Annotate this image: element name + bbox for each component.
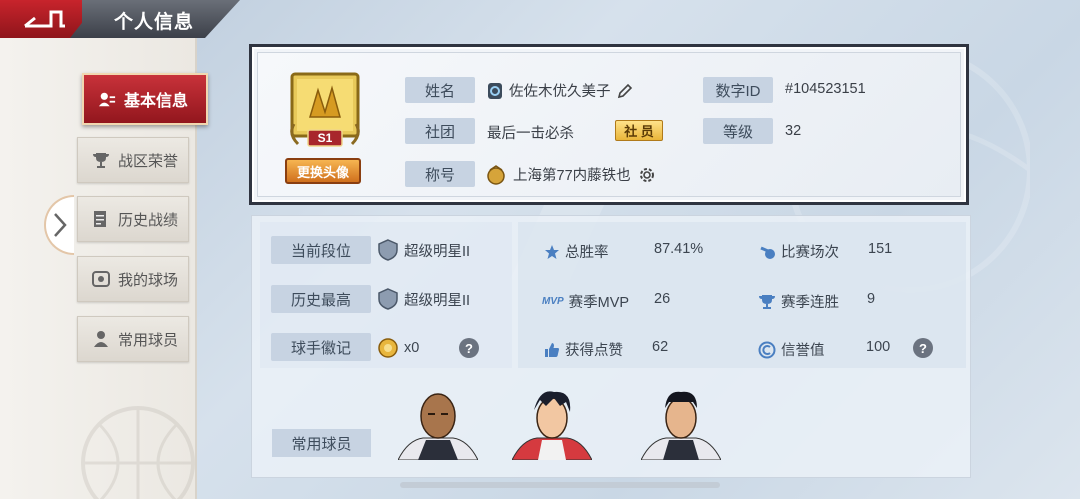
id-value: #104523151: [785, 81, 866, 97]
page-title: 个人信息: [114, 12, 195, 33]
sidebar-item-label: 历史战绩: [118, 211, 179, 229]
title-row: 上海第77内藤铁也: [485, 164, 657, 185]
trophy-icon: [759, 294, 775, 309]
credit-row: 信誉值: [758, 339, 825, 360]
gender-icon: [488, 82, 502, 99]
streak-value: 9: [867, 291, 876, 307]
player-portrait-2[interactable]: [512, 388, 592, 460]
title-medal-icon: [487, 164, 505, 185]
title-label: 称号: [405, 161, 475, 187]
winrate-value: 87.41%: [654, 241, 704, 257]
emblem-value: x0: [404, 340, 420, 356]
season-badge: S1: [317, 131, 333, 145]
streak-label: 赛季连胜: [781, 295, 839, 311]
whistle-icon: [760, 246, 775, 259]
player-name: 佐佐木优久美子: [509, 84, 611, 100]
title-value: 上海第77内藤铁也: [513, 168, 631, 184]
club-label: 社团: [405, 118, 475, 144]
current-rank-row: 超级明星II: [377, 239, 470, 261]
rank-shield-icon: [378, 288, 398, 310]
thumbs-up-icon: [545, 342, 559, 357]
likes-row: 获得点赞: [544, 339, 623, 360]
id-label: 数字ID: [703, 77, 773, 103]
likes-value: 62: [652, 339, 669, 355]
club-role-badge: 社 员: [615, 120, 663, 141]
change-avatar-button[interactable]: 更换头像: [285, 158, 361, 184]
pencil-icon[interactable]: [617, 83, 633, 99]
level-label: 等级: [703, 118, 773, 144]
emblem-medal-icon: [378, 338, 398, 358]
mvp-label: 赛季MVP: [568, 295, 630, 311]
mvp-icon: MVP: [542, 296, 564, 307]
player-icon: [92, 330, 110, 348]
court-icon: [92, 270, 110, 288]
emblem-help-button[interactable]: ?: [459, 338, 479, 358]
credit-value: 100: [866, 339, 891, 355]
record-icon: [92, 210, 110, 228]
chevron-right-icon: [54, 213, 67, 237]
matches-label: 比赛场次: [781, 245, 839, 261]
mvp-value: 26: [654, 291, 671, 307]
matches-row: 比赛场次: [760, 241, 839, 262]
back-button[interactable]: [20, 7, 70, 31]
star-icon: [545, 244, 559, 259]
sidebar-item-label: 战区荣誉: [118, 152, 179, 170]
sidebar-item-basic-info[interactable]: 基本信息: [82, 73, 208, 125]
best-rank-label: 历史最高: [271, 285, 371, 313]
current-rank-value: 超级明星II: [404, 243, 471, 260]
sidebar-item-my-court[interactable]: 我的球场: [77, 256, 189, 302]
sidebar-item-label: 常用球员: [118, 331, 179, 349]
avatar[interactable]: S1: [288, 72, 362, 154]
rank-shield-icon: [378, 239, 398, 261]
id-card-icon: [98, 90, 116, 108]
club-name: 最后一击必杀: [487, 126, 574, 142]
streak-row: 赛季连胜: [758, 291, 839, 312]
name-row: 佐佐木优久美子: [487, 80, 633, 101]
sidebar-item-zone-honor[interactable]: 战区荣誉: [77, 137, 189, 183]
player-portrait-3[interactable]: [641, 388, 721, 460]
sidebar-item-label: 基本信息: [124, 93, 189, 110]
mvp-row: MVP 赛季MVP: [542, 291, 629, 312]
scrollbar[interactable]: [400, 482, 720, 488]
likes-label: 获得点赞: [565, 343, 623, 359]
sidebar-item-label: 我的球场: [118, 271, 179, 289]
sidebar-item-favorite-players[interactable]: 常用球员: [77, 316, 189, 362]
matches-value: 151: [868, 241, 893, 257]
best-rank-row: 超级明星II: [377, 288, 470, 310]
credit-icon: [758, 341, 776, 358]
favorite-players-label: 常用球员: [272, 429, 371, 457]
level-value: 32: [785, 123, 802, 139]
back-arrow-icon: [24, 10, 65, 28]
player-portrait-1[interactable]: [398, 388, 478, 460]
sidebar-item-history-record[interactable]: 历史战绩: [77, 196, 189, 242]
credit-help-button[interactable]: ?: [913, 338, 933, 358]
winrate-label: 总胜率: [565, 245, 609, 261]
best-rank-value: 超级明星II: [404, 292, 471, 309]
trophy-icon: [92, 151, 110, 169]
emblem-label: 球手徽记: [271, 333, 371, 361]
current-rank-label: 当前段位: [271, 236, 371, 264]
name-label: 姓名: [405, 77, 475, 103]
winrate-row: 总胜率: [544, 241, 609, 262]
basketball-watermark-icon: [81, 406, 195, 499]
emblem-row: x0: [377, 337, 419, 359]
credit-label: 信誉值: [781, 343, 825, 359]
gear-icon[interactable]: [637, 165, 657, 185]
